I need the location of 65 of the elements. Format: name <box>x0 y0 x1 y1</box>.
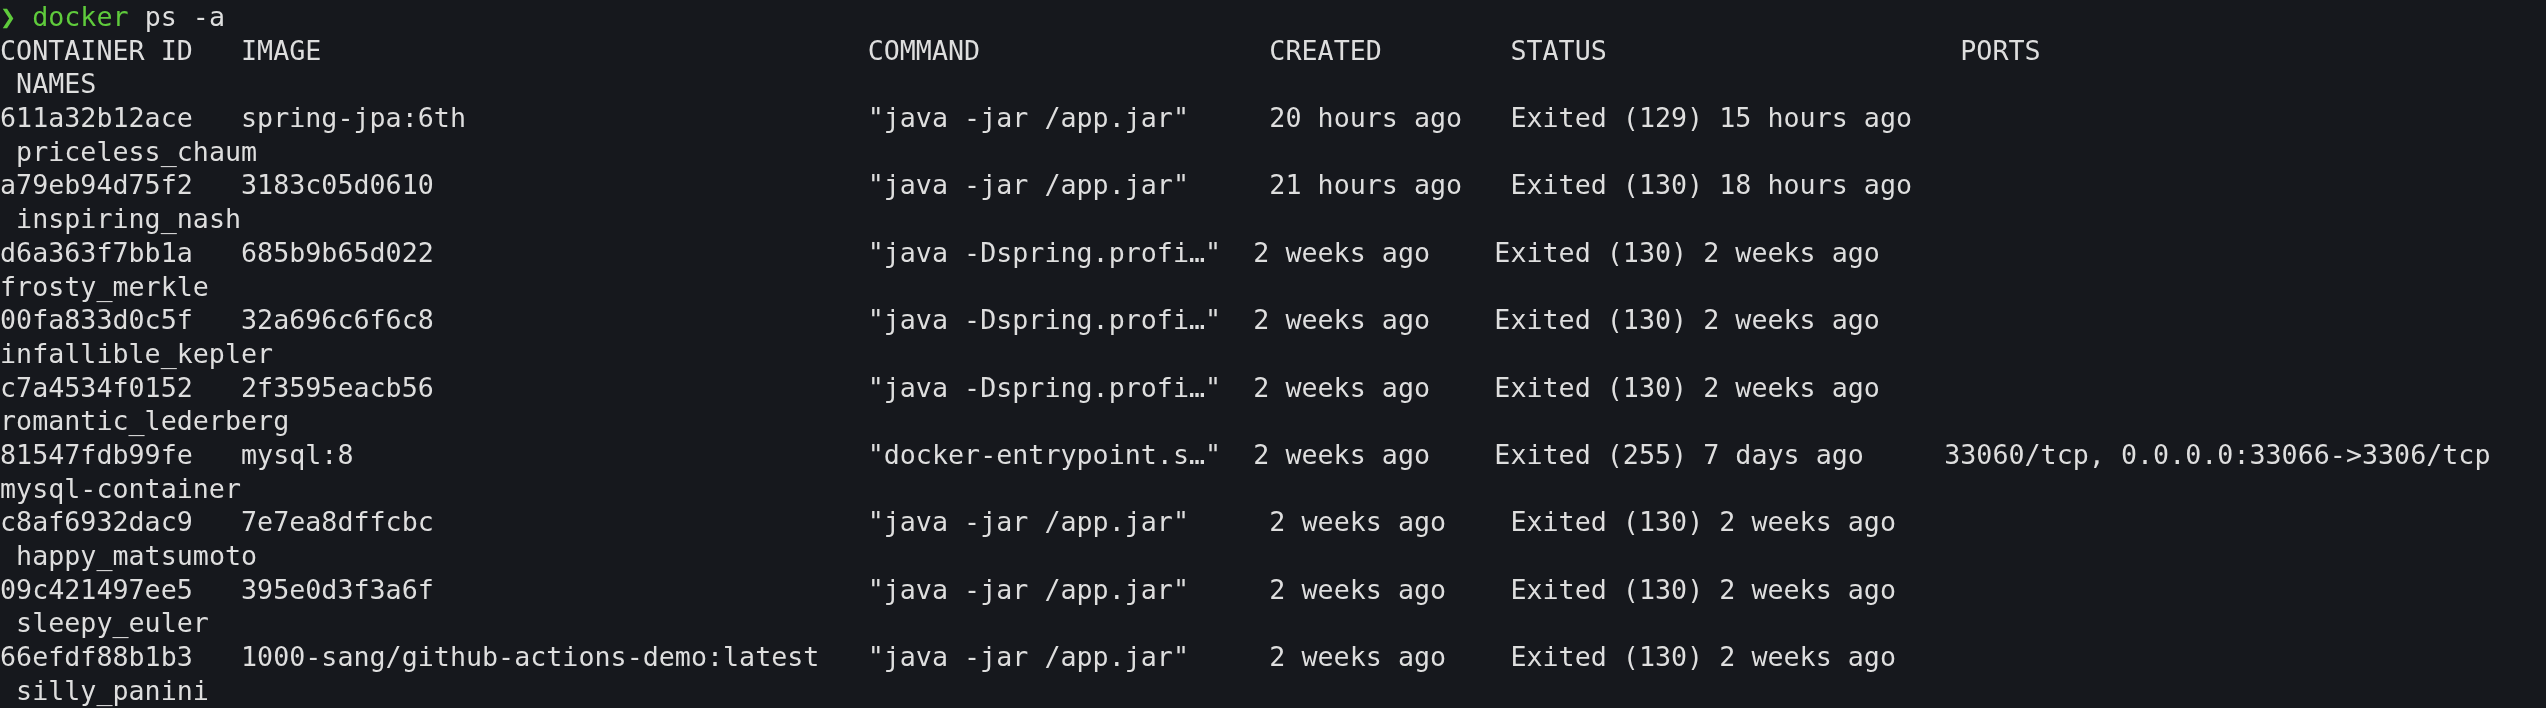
table-cell: 2f3595eacb56 <box>241 371 434 403</box>
table-cell: 21 hours ago <box>1269 169 1463 201</box>
table-cell: 2 weeks ago <box>1269 573 1447 605</box>
table-cell: frosty_merkle <box>0 270 209 302</box>
table-cell: "docker-entrypoint.s…" <box>867 438 1222 470</box>
column-header: IMAGE <box>241 34 322 66</box>
table-cell: Exited (129) 15 hours ago <box>1510 102 1913 134</box>
table-cell: 81547fdb99fe <box>0 438 193 470</box>
table-cell: romantic_lederberg <box>0 405 290 437</box>
table-cell: happy_matsumoto <box>16 540 258 571</box>
table-cell: 2 weeks ago <box>1253 236 1431 268</box>
table-cell: c7a4534f0152 <box>0 371 193 403</box>
table-cell: Exited (130) 2 weeks ago <box>1510 506 1896 538</box>
column-header: CREATED <box>1269 34 1382 66</box>
column-header: COMMAND <box>867 34 981 66</box>
table-cell: "java -jar /app.jar" <box>867 573 1189 605</box>
command-name: docker <box>32 1 129 32</box>
table-cell: 00fa833d0c5f <box>0 304 193 336</box>
column-header: PORTS <box>1960 34 2041 66</box>
column-header: CONTAINER ID <box>0 34 193 66</box>
table-cell: 611a32b12ace <box>0 102 193 134</box>
table-cell: "java -Dspring.profi…" <box>867 371 1222 403</box>
prompt-symbol: ❯ <box>0 1 17 32</box>
table-cell: c8af6932dac9 <box>0 506 193 538</box>
table-cell: Exited (130) 2 weeks ago <box>1494 304 1880 336</box>
table-cell: infallible_kepler <box>0 337 274 369</box>
table-cell: mysql-container <box>0 472 241 504</box>
table-cell: "java -jar /app.jar" <box>867 169 1189 201</box>
table-cell: "java -Dspring.profi…" <box>867 236 1222 268</box>
table-cell: 2 weeks ago <box>1253 438 1431 470</box>
table-cell: Exited (255) 7 days ago <box>1494 438 1864 470</box>
table-cell: Exited (130) 18 hours ago <box>1510 169 1913 201</box>
table-cell: priceless_chaum <box>16 135 258 167</box>
table-cell: d6a363f7bb1a <box>0 236 193 268</box>
table-cell: Exited (130) 2 weeks ago <box>1494 371 1880 403</box>
table-cell: spring-jpa:6th <box>241 102 466 134</box>
table-cell: a79eb94d75f2 <box>0 169 193 201</box>
table-cell: sleepy_euler <box>16 607 209 639</box>
table-cell: Exited (130) 2 weeks ago <box>1494 236 1880 268</box>
table-cell: Exited (130) 2 weeks ago <box>1510 641 1896 673</box>
table-cell: 33060/tcp, 0.0.0.0:33066->3306/tcp <box>1944 438 2491 470</box>
table-cell: "java -jar /app.jar" <box>867 641 1189 673</box>
table-cell: "java -jar /app.jar" <box>867 102 1189 134</box>
table-cell: 3183c05d0610 <box>241 169 434 201</box>
table-cell: 32a696c6f6c8 <box>241 304 434 336</box>
command-arguments: ps -a <box>144 1 225 32</box>
table-cell: "java -jar /app.jar" <box>867 506 1189 538</box>
table-cell: 1000-sang/github-actions-demo:latest <box>241 641 820 673</box>
table-cell: mysql:8 <box>241 438 354 470</box>
table-cell: 395e0d3f3a6f <box>241 573 434 605</box>
table-cell: 2 weeks ago <box>1253 304 1431 336</box>
column-header: NAMES <box>16 68 97 100</box>
table-cell: 7e7ea8dffcbc <box>241 506 434 538</box>
column-header: STATUS <box>1510 34 1607 66</box>
table-cell: 685b9b65d022 <box>241 236 434 268</box>
table-cell: 2 weeks ago <box>1253 371 1431 403</box>
table-cell: Exited (130) 2 weeks ago <box>1510 573 1896 605</box>
table-cell: "java -Dspring.profi…" <box>867 304 1222 336</box>
table-cell: 20 hours ago <box>1269 102 1463 134</box>
table-cell: silly_panini <box>16 674 209 706</box>
table-cell: 66efdf88b1b3 <box>0 641 193 673</box>
table-cell: 2 weeks ago <box>1269 641 1447 673</box>
table-cell: 2 weeks ago <box>1269 506 1447 538</box>
table-cell: 09c421497ee5 <box>0 573 193 605</box>
table-cell: inspiring_nash <box>16 203 242 235</box>
